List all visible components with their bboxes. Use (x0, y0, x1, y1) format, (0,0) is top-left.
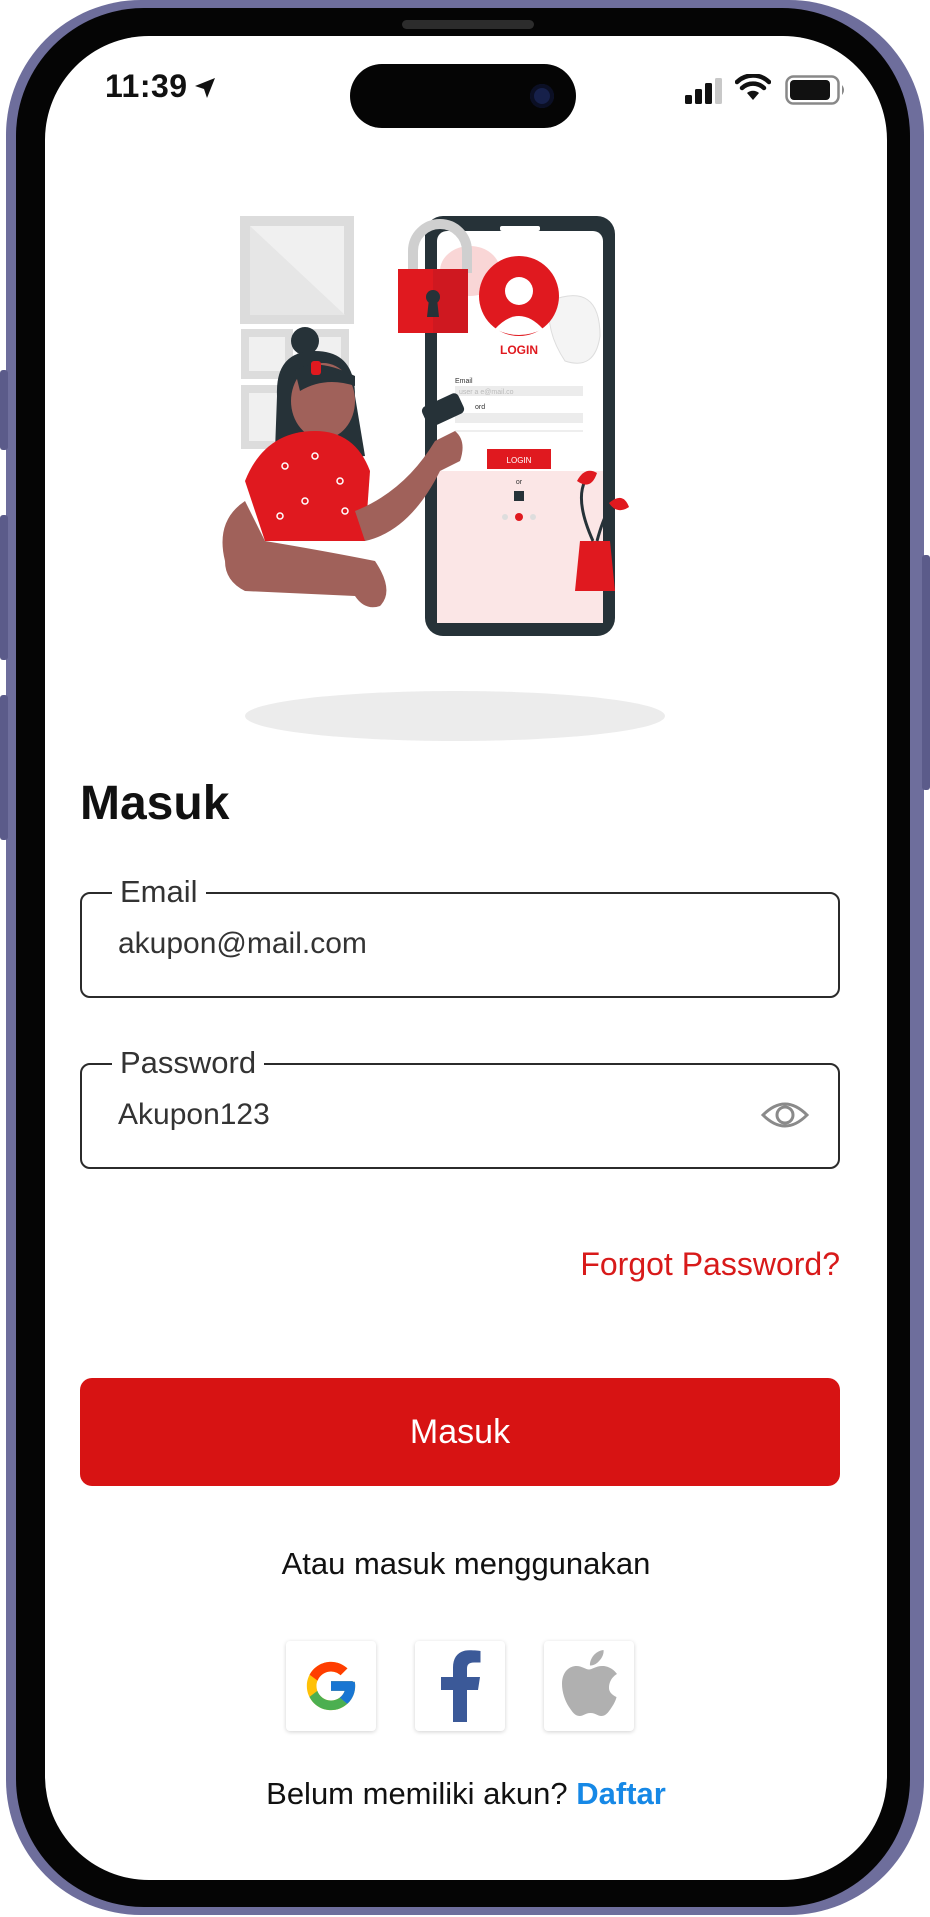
location-arrow-icon (195, 78, 215, 98)
email-field[interactable]: Email akupon@mail.com (80, 874, 840, 998)
login-button[interactable]: Masuk (80, 1378, 840, 1486)
illustration-email-value: user a e@mail.co (459, 389, 514, 396)
battery-icon (785, 75, 844, 105)
signup-link[interactable]: Daftar (576, 1776, 666, 1811)
dynamic-island (350, 64, 576, 128)
volume-up-button (0, 515, 8, 660)
page-title: Masuk (80, 777, 230, 830)
google-icon (306, 1661, 356, 1711)
earpiece-speaker (402, 20, 534, 29)
facebook-login-button[interactable] (415, 1641, 505, 1731)
facebook-icon (441, 1650, 481, 1722)
signup-row: Belum memiliki akun? Daftar (45, 1776, 887, 1812)
eye-icon[interactable] (760, 1095, 810, 1135)
illustration-password-label: ord (475, 404, 485, 411)
illustration-or-text: or (516, 479, 523, 486)
email-input[interactable]: akupon@mail.com (118, 924, 367, 964)
front-camera (530, 84, 554, 108)
signup-prompt: Belum memiliki akun? (266, 1776, 568, 1811)
alternate-login-label: Atau masuk menggunakan (281, 1546, 651, 1581)
google-login-button[interactable] (286, 1641, 376, 1731)
login-illustration: LOGIN Email user a e@mail.co ord LOGIN o… (222, 216, 665, 741)
screen: 11:39 LOGIN Email user a e@mail.co ord L… (45, 36, 887, 1880)
illustration-login-title: LOGIN (500, 343, 538, 357)
power-button (922, 555, 930, 790)
forgot-password-link[interactable]: Forgot Password? (580, 1246, 840, 1283)
password-input[interactable]: Akupon123 (118, 1095, 270, 1135)
cellular-signal-icon (685, 78, 722, 104)
status-time: 11:39 (105, 68, 188, 104)
mute-switch (0, 370, 8, 450)
apple-icon (562, 1650, 617, 1716)
password-field[interactable]: Password Akupon123 (80, 1045, 840, 1169)
volume-down-button (0, 695, 8, 840)
apple-login-button[interactable] (544, 1641, 634, 1731)
illustration-login-button: LOGIN (507, 456, 532, 465)
illustration-email-label: Email (455, 378, 473, 385)
password-label: Password (112, 1045, 265, 1081)
wifi-icon (735, 74, 771, 100)
email-label: Email (112, 874, 206, 910)
